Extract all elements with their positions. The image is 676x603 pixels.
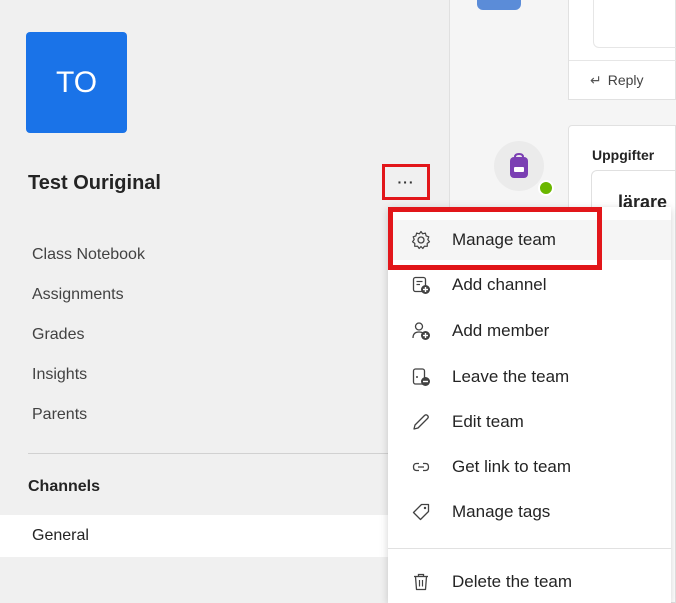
nav-item-class-notebook[interactable]: Class Notebook: [32, 244, 145, 284]
team-options-menu: Manage team Add channel Add member Leave…: [388, 207, 671, 603]
reply-label: Reply: [607, 72, 644, 88]
highlight-box: [388, 207, 602, 270]
menu-item-label: Delete the team: [452, 572, 573, 591]
top-tab-indicator: [477, 0, 521, 10]
backpack-icon: [508, 153, 530, 179]
menu-item-label: Add channel: [452, 275, 547, 294]
menu-item-add-channel[interactable]: Add channel: [388, 265, 671, 305]
menu-item-delete-team[interactable]: Delete the team: [388, 562, 671, 602]
tag-icon: [410, 501, 432, 523]
reply-icon: ↵: [590, 72, 602, 88]
more-options-icon: ···: [397, 174, 415, 190]
menu-item-add-member[interactable]: Add member: [388, 311, 671, 351]
add-member-icon: [410, 320, 432, 342]
channel-item-general[interactable]: General: [0, 515, 449, 557]
menu-item-label: Add member: [452, 321, 550, 340]
menu-item-label: Edit team: [452, 412, 524, 431]
nav-item-grades[interactable]: Grades: [32, 324, 145, 364]
status-available-icon: [538, 180, 554, 196]
menu-item-edit-team[interactable]: Edit team: [388, 402, 671, 442]
add-channel-icon: [410, 274, 432, 296]
leave-team-icon: [410, 366, 432, 388]
menu-item-label: Leave the team: [452, 367, 570, 386]
nav-item-insights[interactable]: Insights: [32, 364, 145, 404]
team-sidebar: TO Test Ouriginal ··· Class Notebook Ass…: [0, 0, 449, 603]
channel-label: General: [32, 527, 89, 544]
menu-item-leave-team[interactable]: Leave the team: [388, 357, 671, 397]
team-name[interactable]: Test Ouriginal: [28, 172, 161, 195]
message-body: [593, 0, 676, 48]
trash-icon: [410, 571, 432, 593]
channels-header[interactable]: Channels: [28, 478, 100, 496]
menu-item-get-link[interactable]: Get link to team: [388, 447, 671, 487]
link-icon: [410, 456, 432, 478]
menu-item-label: Get link to team: [452, 457, 572, 476]
team-avatar[interactable]: TO: [26, 32, 127, 133]
team-nav: Class Notebook Assignments Grades Insigh…: [32, 244, 145, 444]
card-divider: [569, 60, 676, 61]
menu-item-manage-tags[interactable]: Manage tags: [388, 492, 671, 532]
menu-item-label: Manage tags: [452, 502, 551, 521]
pencil-icon: [410, 411, 432, 433]
assignment-card-title: Uppgifter: [592, 147, 655, 163]
menu-divider: [388, 548, 671, 549]
section-divider: [28, 453, 440, 454]
more-options-button[interactable]: ···: [382, 164, 430, 200]
nav-item-assignments[interactable]: Assignments: [32, 284, 145, 324]
reply-button[interactable]: ↵ Reply: [590, 72, 644, 89]
assignments-app-avatar[interactable]: [494, 141, 544, 191]
nav-item-parents[interactable]: Parents: [32, 404, 145, 444]
